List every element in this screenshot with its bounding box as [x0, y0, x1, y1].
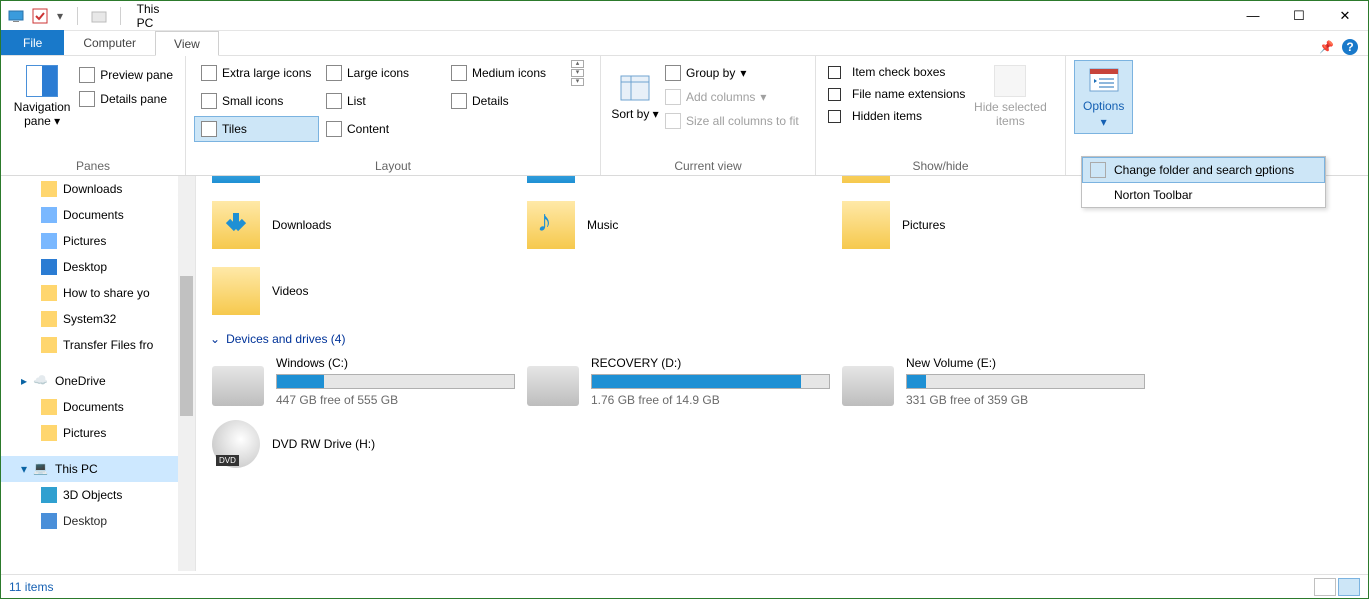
nav-pictures[interactable]: Pictures📌: [1, 228, 195, 254]
view-tab[interactable]: View: [155, 31, 219, 56]
tiles-view-button[interactable]: [1338, 578, 1360, 596]
title-bar: ▾ This PC — ☐ ✕: [1, 1, 1368, 31]
options-button[interactable]: Options ▾: [1074, 60, 1133, 134]
minimize-button[interactable]: —: [1230, 1, 1276, 31]
hide-selected-button: Hide selected items: [969, 60, 1051, 132]
window-title: This PC: [139, 7, 157, 25]
maximize-button[interactable]: ☐: [1276, 1, 1322, 31]
details-view-button[interactable]: [1314, 578, 1336, 596]
layout-tiles[interactable]: Tiles: [194, 116, 319, 142]
folder-3d-objects[interactable]: 3D Objects: [206, 176, 521, 192]
help-icon[interactable]: ?: [1342, 39, 1358, 55]
nav-desktop2[interactable]: Desktop: [1, 508, 195, 534]
dvd-drive[interactable]: DVD DVD RW Drive (H:): [206, 411, 521, 477]
drive-0[interactable]: Windows (C:)447 GB free of 555 GB: [206, 352, 521, 411]
details-pane-button[interactable]: Details pane: [75, 88, 177, 110]
ribbon-tabs: File Computer View 📌 ?: [1, 31, 1368, 56]
preview-pane-button[interactable]: Preview pane: [75, 64, 177, 86]
qat-dropdown-icon[interactable]: ▾: [55, 7, 65, 25]
file-tab[interactable]: File: [1, 30, 64, 55]
pc-icon: [7, 7, 25, 25]
nav-this-pc[interactable]: ▾💻This PC: [1, 456, 195, 482]
item-checkboxes-toggle[interactable]: Item check boxes: [824, 62, 969, 82]
nav-od-documents[interactable]: Documents: [1, 394, 195, 420]
drive-2[interactable]: New Volume (E:)331 GB free of 359 GB: [836, 352, 1151, 411]
layout-group-label: Layout: [194, 157, 592, 173]
content-area: 3D Objects Desktop Documents Downloads ♪…: [196, 176, 1368, 571]
folder-downloads[interactable]: Downloads: [206, 192, 521, 258]
chevron-down-icon: ⌄: [210, 332, 220, 346]
nav-onedrive[interactable]: ▸☁️OneDrive: [1, 368, 195, 394]
navigation-pane: Downloads📌 Documents📌 Pictures📌 Desktop …: [1, 176, 196, 571]
layout-extra-large[interactable]: Extra large icons: [194, 60, 319, 86]
item-count: 11 items: [9, 580, 53, 594]
layout-small[interactable]: Small icons: [194, 88, 319, 114]
folder-music[interactable]: ♪Music: [521, 192, 836, 258]
nav-transfer[interactable]: Transfer Files fro: [1, 332, 195, 358]
layout-medium[interactable]: Medium icons: [444, 60, 569, 86]
file-extensions-toggle[interactable]: File name extensions: [824, 84, 969, 104]
status-bar: 11 items: [1, 574, 1368, 598]
layout-details[interactable]: Details: [444, 88, 569, 114]
close-button[interactable]: ✕: [1322, 1, 1368, 31]
layout-scroll[interactable]: ▴▾▾: [571, 60, 584, 86]
nav-howto[interactable]: How to share yo: [1, 280, 195, 306]
hidden-items-toggle[interactable]: Hidden items: [824, 106, 969, 126]
nav-scrollbar[interactable]: [178, 176, 195, 571]
options-dropdown: Change folder and search options Norton …: [1081, 156, 1326, 208]
nav-system32[interactable]: System32: [1, 306, 195, 332]
sort-by-button[interactable]: Sort by ▾: [609, 60, 661, 132]
add-columns-button: Add columns ▾: [661, 86, 803, 108]
nav-downloads[interactable]: Downloads📌: [1, 176, 195, 202]
folder-icon: [90, 7, 108, 25]
drive-1[interactable]: RECOVERY (D:)1.76 GB free of 14.9 GB: [521, 352, 836, 411]
norton-toolbar-item[interactable]: Norton Toolbar: [1082, 183, 1325, 207]
layout-content[interactable]: Content: [319, 116, 444, 142]
qat-properties-icon[interactable]: [31, 7, 49, 25]
nav-desktop[interactable]: Desktop: [1, 254, 195, 280]
size-columns-button: Size all columns to fit: [661, 110, 803, 132]
layout-large[interactable]: Large icons: [319, 60, 444, 86]
current-view-group-label: Current view: [609, 157, 807, 173]
navigation-pane-button[interactable]: Navigation pane ▾: [9, 60, 75, 132]
folder-videos[interactable]: Videos: [206, 258, 521, 324]
pin-ribbon-icon[interactable]: 📌: [1319, 40, 1334, 54]
layout-list[interactable]: List: [319, 88, 444, 114]
nav-3d-objects[interactable]: 3D Objects: [1, 482, 195, 508]
group-by-button[interactable]: Group by ▾: [661, 62, 803, 84]
devices-drives-header[interactable]: ⌄ Devices and drives (4): [206, 324, 1368, 352]
computer-tab[interactable]: Computer: [64, 30, 155, 55]
panes-group-label: Panes: [9, 157, 177, 173]
change-folder-options-item[interactable]: Change folder and search options: [1082, 157, 1325, 183]
nav-documents[interactable]: Documents📌: [1, 202, 195, 228]
folder-desktop[interactable]: Desktop: [521, 176, 836, 192]
show-hide-group-label: Show/hide: [824, 157, 1057, 173]
nav-od-pictures[interactable]: Pictures: [1, 420, 195, 446]
